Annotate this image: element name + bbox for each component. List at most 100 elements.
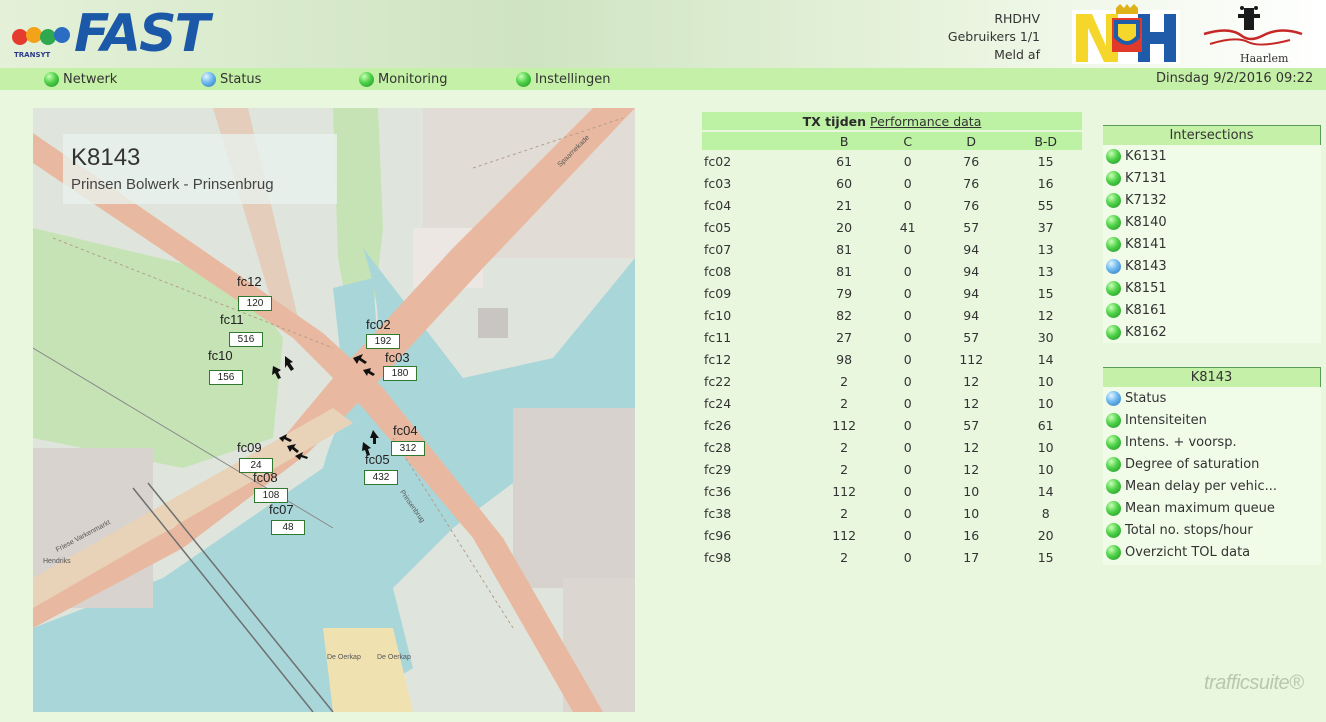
transyt-logo-icon	[12, 27, 70, 45]
value-cell: 10	[1037, 395, 1054, 411]
value-cell: 2	[840, 505, 849, 521]
value-cell: 2	[840, 395, 849, 411]
table-row: fc22 2 0 12 10	[702, 370, 1082, 392]
value-cell: 10	[1037, 439, 1054, 455]
status-ball-icon	[1106, 170, 1121, 186]
menu-item[interactable]: Intens. + voorsp.	[1103, 431, 1321, 453]
table-header-row: B C D B-D	[702, 130, 1082, 150]
status-ball-icon	[1106, 214, 1121, 230]
value-cell: 10	[963, 505, 980, 521]
menu-item[interactable]: Degree of saturation	[1103, 453, 1321, 475]
menu-label: Intensiteiten	[1125, 412, 1207, 428]
value-cell: 0	[903, 373, 912, 389]
value-cell: 15	[1037, 549, 1054, 565]
status-ball-icon	[1106, 456, 1121, 472]
value-cell: 13	[1037, 241, 1054, 257]
signal-value-fc02[interactable]: 192	[366, 334, 400, 349]
signal-id-cell: fc09	[704, 285, 732, 301]
signal-id-cell: fc38	[704, 505, 732, 521]
value-cell: 0	[903, 527, 912, 543]
column-header: C	[882, 130, 934, 150]
menu-item[interactable]: Mean maximum queue	[1103, 497, 1321, 519]
signal-id-cell: fc10	[704, 307, 732, 323]
menu-item[interactable]: Overzicht TOL data	[1103, 541, 1321, 563]
nav-label: Netwerk	[63, 71, 118, 87]
menu-item[interactable]: Mean delay per vehic...	[1103, 475, 1321, 497]
value-cell: 0	[903, 483, 912, 499]
menu-item[interactable]: Intensiteiten	[1103, 409, 1321, 431]
status-ball-icon	[1106, 544, 1121, 560]
value-cell: 12	[963, 439, 980, 455]
value-cell: 0	[903, 549, 912, 565]
intersection-item[interactable]: K8141	[1103, 233, 1321, 255]
intersection-label: K8143	[1125, 258, 1167, 274]
value-cell: 94	[963, 307, 980, 323]
intersection-item[interactable]: K8161	[1103, 299, 1321, 321]
value-cell: 57	[963, 329, 980, 345]
noord-holland-logo-icon	[1072, 4, 1180, 64]
status-ball-icon	[1106, 324, 1121, 340]
value-cell: 0	[903, 417, 912, 433]
signal-value-fc08[interactable]: 108	[254, 488, 288, 503]
intersection-item[interactable]: K7132	[1103, 189, 1321, 211]
signal-id-cell: fc98	[704, 549, 732, 565]
value-cell: 0	[903, 351, 912, 367]
signal-value-fc03[interactable]: 180	[383, 366, 417, 381]
street-label: De Oerkap	[327, 654, 361, 661]
menu-label: Total no. stops/hour	[1125, 522, 1253, 538]
intersection-map[interactable]: K8143 Prinsen Bolwerk - Prinsenbrug fc12…	[33, 108, 635, 712]
value-cell: 112	[832, 417, 857, 433]
signal-value-fc12[interactable]: 120	[238, 296, 272, 311]
signal-label-fc03: fc03	[385, 350, 410, 365]
status-ball-icon	[1106, 280, 1121, 296]
signal-value-fc05[interactable]: 432	[364, 470, 398, 485]
signal-label-fc05: fc05	[365, 452, 390, 467]
panel-title: Intersections	[1103, 125, 1321, 145]
value-cell: 2	[840, 373, 849, 389]
street-label: Hendriks	[43, 558, 71, 565]
nav-instellingen[interactable]: Instellingen	[516, 70, 611, 88]
value-cell: 0	[903, 329, 912, 345]
column-header: B-D	[1009, 130, 1082, 150]
table-row: fc10 82 0 94 12	[702, 304, 1082, 326]
value-cell: 0	[903, 197, 912, 213]
value-cell: 21	[836, 197, 853, 213]
intersection-item[interactable]: K7131	[1103, 167, 1321, 189]
menu-item[interactable]: Total no. stops/hour	[1103, 519, 1321, 541]
signal-value-fc07[interactable]: 48	[271, 520, 305, 535]
signal-label-fc04: fc04	[393, 423, 418, 438]
table-row: fc03 60 0 76 16	[702, 172, 1082, 194]
intersection-item[interactable]: K8162	[1103, 321, 1321, 343]
nav-label: Monitoring	[378, 71, 448, 87]
nav-status[interactable]: Status	[201, 70, 261, 88]
signal-id-cell: fc08	[704, 263, 732, 279]
status-ball-icon	[516, 71, 531, 87]
nav-netwerk[interactable]: Netwerk	[44, 70, 117, 88]
signal-value-fc10[interactable]: 156	[209, 370, 243, 385]
intersection-label: K8161	[1125, 302, 1167, 318]
value-cell: 0	[903, 395, 912, 411]
logout-link[interactable]: Meld af	[880, 46, 1040, 64]
status-ball-icon	[1106, 478, 1121, 494]
nav-monitoring[interactable]: Monitoring	[359, 70, 448, 88]
performance-data-link[interactable]: Performance data	[870, 114, 981, 129]
value-cell: 55	[1037, 197, 1054, 213]
intersection-item[interactable]: K8151	[1103, 277, 1321, 299]
intersection-item[interactable]: K8140	[1103, 211, 1321, 233]
signal-value-fc11[interactable]: 516	[229, 332, 263, 347]
intersection-item[interactable]: K8143	[1103, 255, 1321, 277]
intersection-label: K7132	[1125, 192, 1167, 208]
value-cell: 10	[1037, 461, 1054, 477]
signal-label-fc07: fc07	[269, 502, 294, 517]
status-ball-icon	[201, 71, 216, 87]
signal-id-cell: fc07	[704, 241, 732, 257]
value-cell: 2	[840, 549, 849, 565]
signal-value-fc04[interactable]: 312	[391, 441, 425, 456]
menu-label: Status	[1125, 390, 1167, 406]
panel-title: K8143	[1103, 367, 1321, 387]
intersection-item[interactable]: K6131	[1103, 145, 1321, 167]
menu-item[interactable]: Status	[1103, 387, 1321, 409]
logo-subtitle: TRANSYT	[14, 51, 51, 59]
street-label: De Oerkap	[377, 654, 411, 661]
status-ball-icon	[1106, 258, 1121, 274]
